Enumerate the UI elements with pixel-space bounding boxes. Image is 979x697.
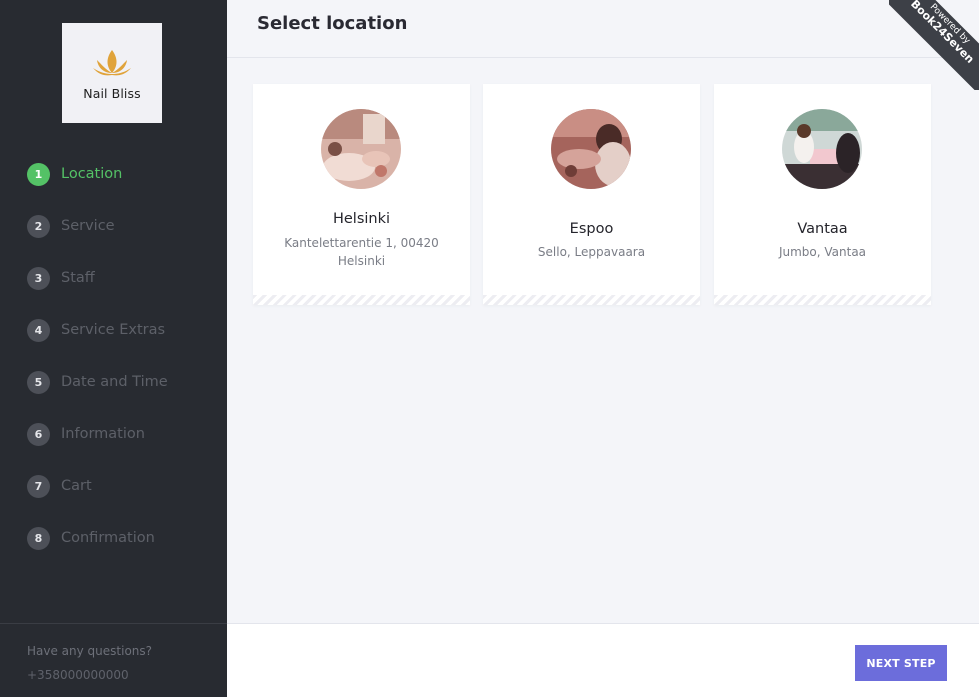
step-information[interactable]: 6 Information bbox=[27, 422, 168, 446]
step-label: Confirmation bbox=[61, 530, 155, 546]
sidebar-footer: Have any questions? +358000000000 bbox=[0, 623, 227, 697]
lotus-icon bbox=[93, 49, 131, 75]
location-card-espoo[interactable]: Espoo Sello, Leppavaara bbox=[483, 84, 700, 305]
step-label: Location bbox=[61, 166, 123, 182]
step-service-extras[interactable]: 4 Service Extras bbox=[27, 318, 168, 342]
step-confirmation[interactable]: 8 Confirmation bbox=[27, 526, 168, 550]
step-label: Staff bbox=[61, 270, 95, 286]
step-staff[interactable]: 3 Staff bbox=[27, 266, 168, 290]
location-card-helsinki[interactable]: Helsinki Kantelettarentie 1, 00420 Helsi… bbox=[253, 84, 470, 305]
content-footer: NEXT STEP bbox=[227, 623, 979, 697]
location-name: Helsinki bbox=[332, 211, 391, 227]
brand-name: Nail Bliss bbox=[83, 85, 141, 101]
step-number: 8 bbox=[27, 526, 50, 550]
brand-logo: Nail Bliss bbox=[62, 23, 162, 123]
step-number: 1 bbox=[27, 162, 50, 186]
help-question: Have any questions? bbox=[27, 644, 153, 658]
powered-by-ribbon[interactable]: Powered by Book24Seven bbox=[889, 0, 979, 90]
step-label: Cart bbox=[61, 478, 92, 494]
step-location[interactable]: 1 Location bbox=[27, 162, 168, 186]
step-number: 6 bbox=[27, 422, 50, 446]
step-label: Information bbox=[61, 426, 145, 442]
step-number: 2 bbox=[27, 214, 50, 238]
help-phone[interactable]: +358000000000 bbox=[27, 668, 129, 682]
step-cart[interactable]: 7 Cart bbox=[27, 474, 168, 498]
step-number: 4 bbox=[27, 318, 50, 342]
step-service[interactable]: 2 Service bbox=[27, 214, 168, 238]
step-number: 7 bbox=[27, 474, 50, 498]
ribbon-band: Powered by Book24Seven bbox=[889, 0, 979, 90]
step-label: Service Extras bbox=[61, 322, 166, 338]
page-title: Select location bbox=[257, 13, 408, 34]
ribbon-line1: Powered by bbox=[927, 2, 972, 47]
location-photo bbox=[321, 109, 401, 189]
location-card-vantaa[interactable]: Vantaa Jumbo, Vantaa bbox=[714, 84, 931, 305]
step-number: 5 bbox=[27, 370, 50, 394]
next-step-button[interactable]: NEXT STEP bbox=[855, 645, 947, 681]
location-address: Sello, Leppavaara bbox=[537, 245, 646, 259]
sidebar: Nail Bliss 1 Location 2 Service 3 Staff … bbox=[0, 0, 227, 697]
location-name: Espoo bbox=[569, 221, 614, 237]
step-list: 1 Location 2 Service 3 Staff 4 Service E… bbox=[27, 162, 168, 578]
step-date-time[interactable]: 5 Date and Time bbox=[27, 370, 168, 394]
location-name: Vantaa bbox=[797, 221, 848, 237]
card-stripe-border bbox=[253, 295, 470, 305]
content-header: Select location Powered by Book24Seven bbox=[227, 0, 979, 90]
card-stripe-border bbox=[483, 295, 700, 305]
card-stripe-border bbox=[714, 295, 931, 305]
location-address: Jumbo, Vantaa bbox=[778, 245, 867, 259]
step-label: Date and Time bbox=[61, 374, 168, 390]
location-photo bbox=[551, 109, 631, 189]
location-address: Kantelettarentie 1, 00420 Helsinki bbox=[284, 236, 439, 268]
step-label: Service bbox=[61, 218, 115, 234]
step-number: 3 bbox=[27, 266, 50, 290]
location-photo bbox=[782, 109, 862, 189]
